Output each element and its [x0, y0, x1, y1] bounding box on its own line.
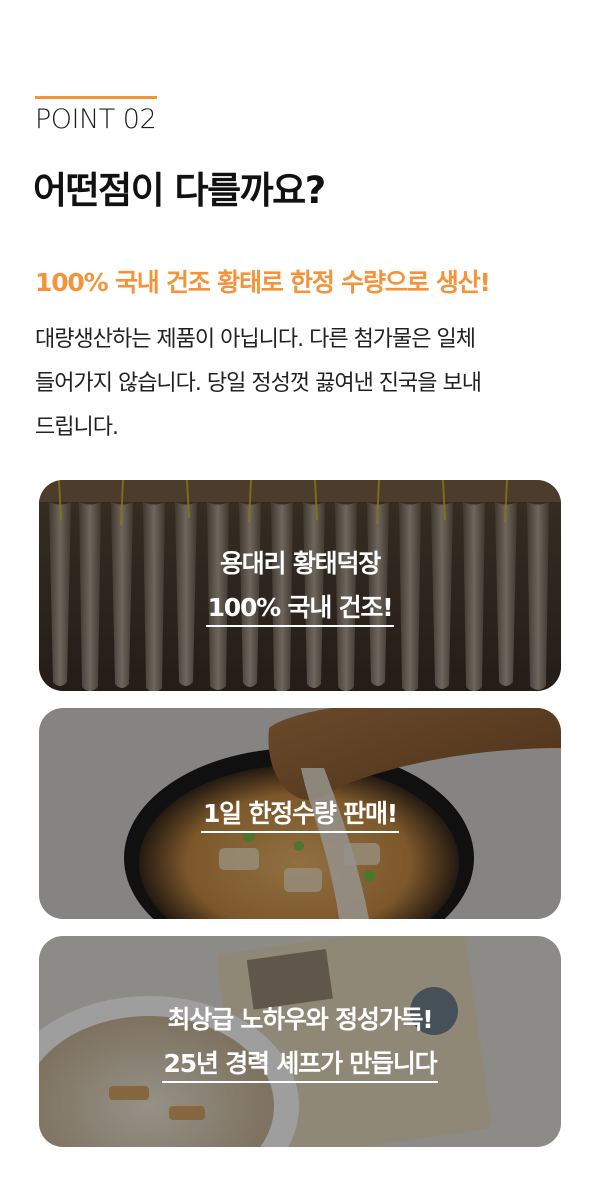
card-caption: 1일 한정수량 판매! — [39, 792, 561, 836]
description-line: 대량생산하는 제품이 아닙니다. 다른 첨가물은 일체 — [35, 327, 476, 352]
description-line: 들어가지 않습니다. 당일 정성껏 끓여낸 진국을 보내 — [35, 371, 482, 396]
card-caption-underlined: 100% 국내 건조! — [205, 591, 395, 627]
card-caption-underlined: 25년 경력 셰프가 만듭니다 — [161, 1047, 439, 1083]
description-line: 드립니다. — [35, 415, 119, 440]
card-caption: 용대리 황태덕장 100% 국내 건조! — [39, 542, 561, 630]
card-chef-expertise: 최상급 노하우와 정성가득! 25년 경력 셰프가 만듭니다 — [39, 936, 561, 1147]
card-caption-line: 최상급 노하우와 정성가득! — [167, 1004, 433, 1034]
card-caption-line: 용대리 황태덕장 — [219, 548, 381, 578]
accent-bar — [35, 96, 157, 99]
card-caption: 최상급 노하우와 정성가득! 25년 경력 셰프가 만듭니다 — [39, 998, 561, 1086]
description: 대량생산하는 제품이 아닙니다. 다른 첨가물은 일체 들어가지 않습니다. 당… — [35, 318, 565, 450]
page-title: 어떤점이 다를까요? — [33, 169, 326, 212]
card-caption-underlined: 1일 한정수량 판매! — [200, 797, 399, 833]
card-dried-pollack: 용대리 황태덕장 100% 국내 건조! — [39, 480, 561, 691]
point-label: POINT 02 — [35, 104, 157, 135]
card-limited-quantity: 1일 한정수량 판매! — [39, 708, 561, 919]
highlight-text: 100% 국내 건조 황태로 한정 수량으로 생산! — [35, 268, 491, 297]
